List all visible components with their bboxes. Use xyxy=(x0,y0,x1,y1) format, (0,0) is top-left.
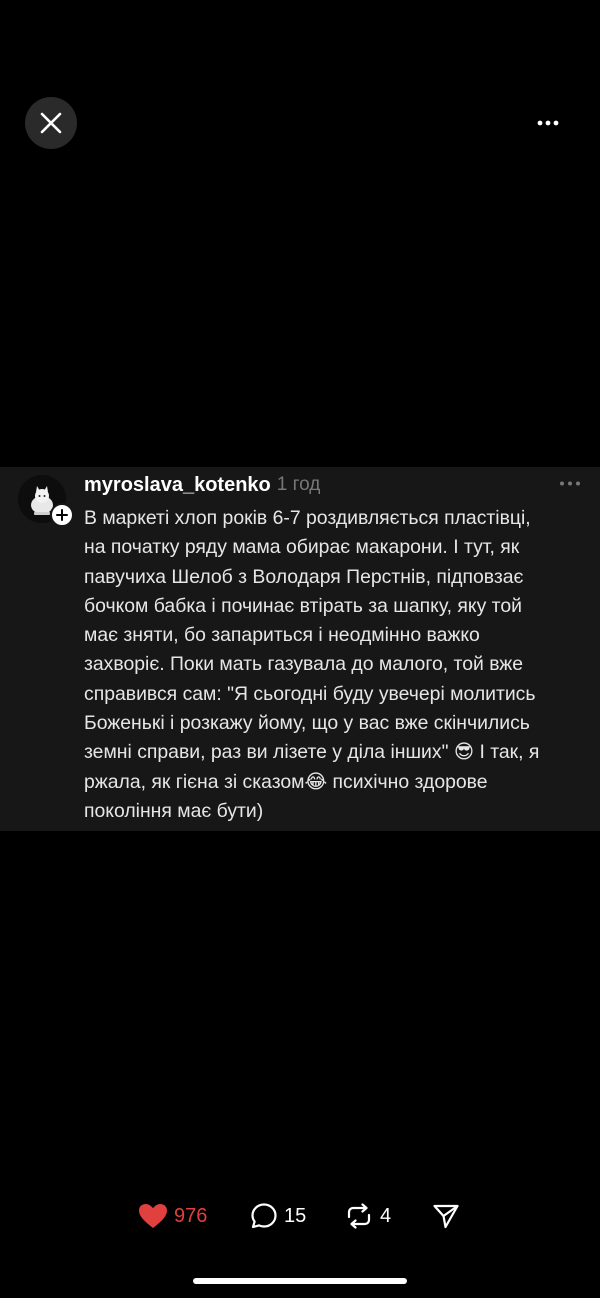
post-text-line: справився сам: "Я сьогодні буду увечері … xyxy=(84,682,536,705)
post-header: myroslava_kotenko 1 год xyxy=(84,470,320,500)
post-text-line: Боженькі і розкажу йому, що у вас вже ск… xyxy=(84,712,530,735)
like-count: 976 xyxy=(174,1204,208,1227)
more-horizontal-icon xyxy=(537,120,559,126)
post-timestamp: 1 год xyxy=(276,474,321,495)
post-card: myroslava_kotenko 1 год В маркеті хлоп р… xyxy=(0,467,600,831)
post-text-line: має зняти, бо запариться і неодмінно важ… xyxy=(84,624,480,647)
username-link[interactable]: myroslava_kotenko xyxy=(84,474,271,497)
share-button[interactable] xyxy=(432,1196,460,1236)
repost-icon xyxy=(347,1203,371,1229)
post-more-button[interactable] xyxy=(556,475,584,491)
follow-button[interactable] xyxy=(50,503,74,527)
post-text-line: на початку ряду мама обирає макарони. І … xyxy=(84,536,520,559)
comment-count: 15 xyxy=(284,1204,307,1227)
more-options-button[interactable] xyxy=(528,110,568,136)
home-indicator[interactable] xyxy=(193,1278,407,1284)
heart-icon xyxy=(139,1204,167,1228)
post-text-line: ржала, як гієна зі сказом😂 психічно здор… xyxy=(84,770,488,793)
like-button[interactable]: 976 xyxy=(138,1196,207,1236)
post-text-line: павучиха Шелоб з Володаря Перстнів, підп… xyxy=(84,565,524,588)
post-text: В маркеті хлоп років 6-7 роздивляється п… xyxy=(84,504,590,826)
close-icon xyxy=(40,112,62,134)
repost-count: 4 xyxy=(380,1204,392,1227)
post-text-line: бочком бабка і починає втірать за шапку,… xyxy=(84,594,522,617)
post-text-line: захворіє. Поки мать газувала до малого, … xyxy=(84,653,524,676)
post-text-line: покоління має бути) xyxy=(84,799,264,822)
more-horizontal-icon xyxy=(560,481,580,485)
plus-icon xyxy=(56,509,68,521)
post-text-line: В маркеті хлоп років 6-7 роздивляється п… xyxy=(84,507,531,529)
action-bar: 976 15 4 xyxy=(0,1196,600,1236)
comment-button[interactable]: 15 xyxy=(250,1196,306,1236)
comment-icon xyxy=(251,1203,277,1229)
share-icon xyxy=(433,1204,459,1229)
repost-button[interactable]: 4 xyxy=(344,1196,391,1236)
close-button[interactable] xyxy=(25,97,77,149)
post-text-line: земні справи, раз ви лізете у діла інших… xyxy=(84,741,540,764)
